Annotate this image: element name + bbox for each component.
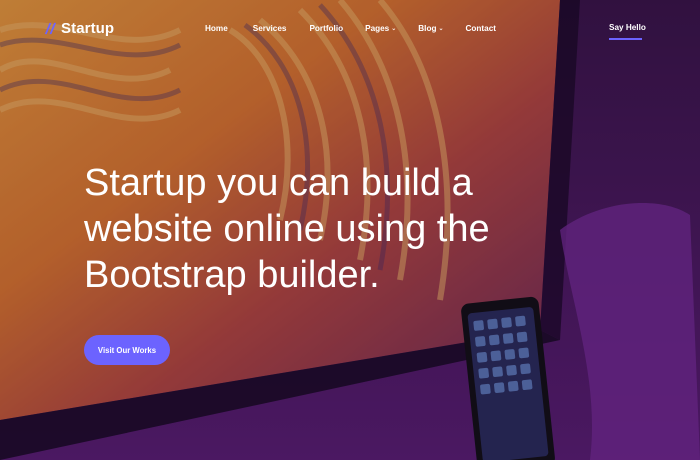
- brand-logo[interactable]: Startup: [42, 20, 114, 37]
- say-hello-link[interactable]: Say Hello: [609, 23, 646, 32]
- nav-item-services[interactable]: Services: [253, 24, 287, 33]
- main-menu: Home Services Portfolio Pages ⌄ Blog ⌄ C…: [205, 24, 496, 33]
- hero-section: Startup Home Services Portfolio Pages ⌄ …: [0, 0, 700, 460]
- nav-item-contact[interactable]: Contact: [466, 24, 496, 33]
- nav-item-label: Services: [252, 24, 287, 33]
- nav-item-label: Blog: [418, 24, 437, 33]
- chevron-down-icon: ⌄: [438, 26, 444, 32]
- hero-headline: Startup you can build a website online u…: [84, 160, 504, 298]
- nav-item-label: Pages: [365, 24, 390, 33]
- nav-item-pages[interactable]: Pages ⌄: [365, 24, 396, 33]
- brand-name: Startup: [61, 20, 115, 37]
- nav-item-label: Home: [205, 24, 228, 33]
- say-hello-underline: [609, 38, 642, 40]
- headline-line: website online using the: [84, 208, 490, 250]
- nav-item-portfolio[interactable]: Portfolio: [309, 24, 343, 33]
- headline-line: Startup you can build a: [84, 162, 473, 204]
- headline-line: Bootstrap builder.: [84, 254, 380, 296]
- top-navbar: Startup Home Services Portfolio Pages ⌄ …: [0, 0, 700, 62]
- chevron-down-icon: ⌄: [391, 26, 397, 32]
- lightning-slash-icon: [44, 22, 57, 35]
- nav-item-label: Contact: [465, 24, 496, 33]
- nav-item-blog[interactable]: Blog ⌄: [418, 24, 443, 33]
- nav-item-home[interactable]: Home: [205, 24, 228, 33]
- nav-item-label: Portfolio: [309, 24, 344, 33]
- visit-our-works-button[interactable]: Visit Our Works: [84, 335, 170, 365]
